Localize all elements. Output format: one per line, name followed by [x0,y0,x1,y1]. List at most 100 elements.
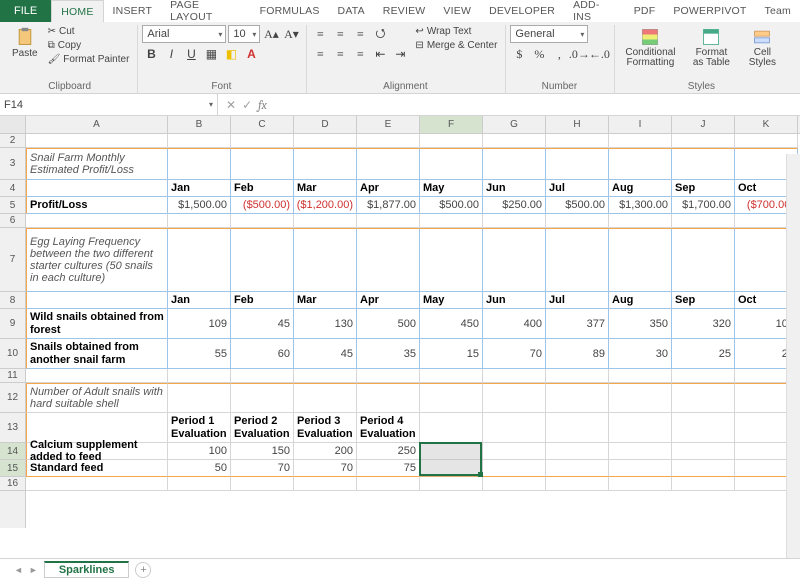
cell-I12[interactable] [609,383,672,413]
cell-G10[interactable]: 70 [483,339,546,369]
sheet-nav-prev-icon[interactable]: ◄ [14,565,23,575]
row-header-3[interactable]: 3 [0,148,25,180]
cancel-formula-icon[interactable]: ✕ [226,98,236,112]
cell-H10[interactable]: 89 [546,339,609,369]
align-middle-icon[interactable]: ≡ [331,25,349,43]
cell-G13[interactable] [483,413,546,443]
cell-G16[interactable] [483,477,546,491]
underline-button[interactable]: U [182,45,200,63]
cell-J13[interactable] [672,413,735,443]
sheet-tab-sparklines[interactable]: Sparklines [44,561,130,578]
cell-I5[interactable]: $1,300.00 [609,197,672,214]
orientation-icon[interactable]: ⭯ [371,25,389,43]
row-header-16[interactable]: 16 [0,477,25,491]
merge-center-button[interactable]: ⊟Merge & Center [413,39,499,52]
cell-A15[interactable]: Standard feed [26,460,168,477]
cell-D6[interactable] [294,214,357,228]
cell-C12[interactable] [231,383,294,413]
copy-button[interactable]: ⧉Copy [46,39,132,52]
cell-A2[interactable] [26,134,168,148]
cell-C2[interactable] [231,134,294,148]
col-header-A[interactable]: A [26,116,168,133]
cell-C4[interactable]: Feb [231,180,294,197]
cell-E14[interactable]: 250 [357,443,420,460]
tab-data[interactable]: DATA [329,0,374,22]
cell-G6[interactable] [483,214,546,228]
cell-H8[interactable]: Jul [546,292,609,309]
number-format-select[interactable]: General [510,25,588,43]
align-left-icon[interactable]: ≡ [311,45,329,63]
enter-formula-icon[interactable]: ✓ [242,98,252,112]
currency-icon[interactable]: $ [510,45,528,63]
cell-B16[interactable] [168,477,231,491]
cell-D13[interactable]: Period 3 Evaluation [294,413,357,443]
sheet-nav-next-icon[interactable]: ► [29,565,38,575]
align-bottom-icon[interactable]: ≡ [351,25,369,43]
cell-D4[interactable]: Mar [294,180,357,197]
col-header-I[interactable]: I [609,116,672,133]
cell-E6[interactable] [357,214,420,228]
tab-team[interactable]: Team [756,0,800,22]
fill-color-button[interactable]: ◧ [222,45,240,63]
tab-formulas[interactable]: FORMULAS [251,0,329,22]
font-size-select[interactable]: 10 [228,25,260,43]
cell-D3[interactable] [294,148,357,180]
cell-F6[interactable] [420,214,483,228]
cell-A9[interactable]: Wild snails obtained from forest [26,309,168,339]
cell-B9[interactable]: 109 [168,309,231,339]
cell-A11[interactable] [26,369,168,383]
format-painter-button[interactable]: 🖌Format Painter [46,53,132,66]
cell-H5[interactable]: $500.00 [546,197,609,214]
decrease-decimal-icon[interactable]: ←.0 [590,45,608,63]
cell-C15[interactable]: 70 [231,460,294,477]
row-header-6[interactable]: 6 [0,214,25,228]
row-header-11[interactable]: 11 [0,369,25,383]
cell-C5[interactable]: ($500.00) [231,197,294,214]
cell-F9[interactable]: 450 [420,309,483,339]
tab-review[interactable]: REVIEW [374,0,435,22]
fx-icon[interactable]: fx [258,98,267,112]
col-header-H[interactable]: H [546,116,609,133]
cell-F5[interactable]: $500.00 [420,197,483,214]
cell-F3[interactable] [420,148,483,180]
cell-J9[interactable]: 320 [672,309,735,339]
cell-B2[interactable] [168,134,231,148]
cell-E10[interactable]: 35 [357,339,420,369]
cell-C13[interactable]: Period 2 Evaluation [231,413,294,443]
cell-C8[interactable]: Feb [231,292,294,309]
cell-G15[interactable] [483,460,546,477]
cell-E9[interactable]: 500 [357,309,420,339]
cell-C9[interactable]: 45 [231,309,294,339]
cell-A5[interactable]: Profit/Loss [26,197,168,214]
cell-E4[interactable]: Apr [357,180,420,197]
cell-G9[interactable]: 400 [483,309,546,339]
cell-D12[interactable] [294,383,357,413]
cell-G11[interactable] [483,369,546,383]
cell-F8[interactable]: May [420,292,483,309]
cell-G5[interactable]: $250.00 [483,197,546,214]
cell-C7[interactable] [231,228,294,292]
cell-H9[interactable]: 377 [546,309,609,339]
col-header-F[interactable]: F [420,116,483,133]
cell-H6[interactable] [546,214,609,228]
add-sheet-button[interactable]: + [135,562,151,578]
row-header-9[interactable]: 9 [0,309,25,339]
cell-D11[interactable] [294,369,357,383]
cell-G14[interactable] [483,443,546,460]
row-header-15[interactable]: 15 [0,460,25,477]
cell-C14[interactable]: 150 [231,443,294,460]
tab-home[interactable]: HOME [51,0,103,22]
cell-D10[interactable]: 45 [294,339,357,369]
cell-I8[interactable]: Aug [609,292,672,309]
cell-A4[interactable] [26,180,168,197]
cell-A16[interactable] [26,477,168,491]
cell-B7[interactable] [168,228,231,292]
cell-B3[interactable] [168,148,231,180]
cell-A14[interactable]: Calcium supplement added to feed [26,443,168,460]
cell-H7[interactable] [546,228,609,292]
cell-F4[interactable]: May [420,180,483,197]
cell-H3[interactable] [546,148,609,180]
cell-B6[interactable] [168,214,231,228]
cell-K2[interactable] [735,134,798,148]
vertical-scrollbar[interactable] [786,154,800,558]
